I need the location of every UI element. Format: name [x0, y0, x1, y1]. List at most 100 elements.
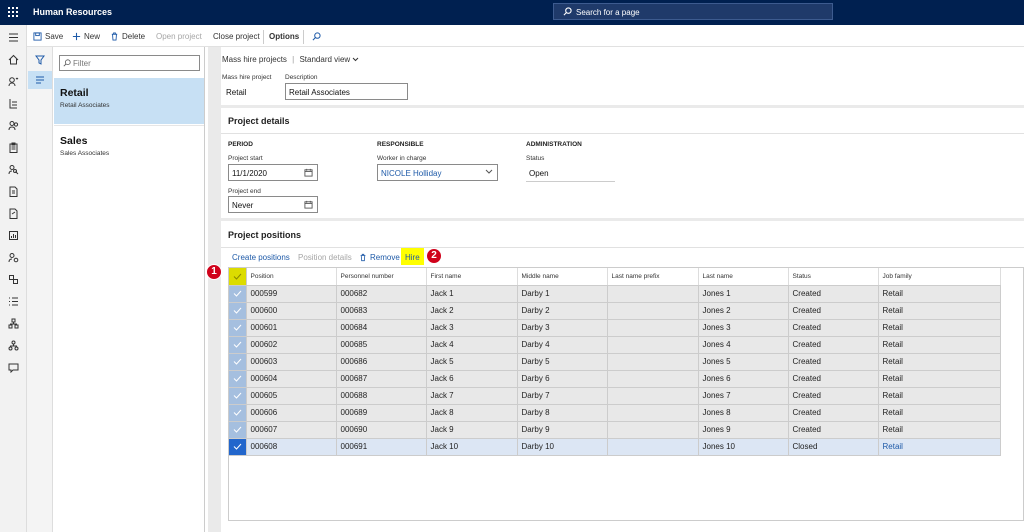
- report-icon[interactable]: [8, 230, 19, 241]
- action-search-button[interactable]: [312, 32, 321, 41]
- app-launcher-icon[interactable]: [8, 7, 18, 17]
- list-rail: [27, 47, 53, 532]
- table-row[interactable]: 000600 000683 Jack 2 Darby 2 Jones 2 Created R…: [229, 302, 1001, 320]
- table-row[interactable]: 000604 000687 Jack 6 Darby 6 Jones 6 Created R…: [229, 370, 1001, 388]
- save-button[interactable]: Save: [33, 32, 63, 41]
- table-cell: 000686: [336, 353, 427, 371]
- column-header[interactable]: Last name prefix: [607, 268, 699, 286]
- divider: [221, 133, 1024, 134]
- column-header[interactable]: First name: [426, 268, 518, 286]
- filter-icon[interactable]: [35, 55, 45, 65]
- table-cell[interactable]: Retail: [878, 353, 1001, 371]
- table-row[interactable]: 000599 000682 Jack 1 Darby 1 Jones 1 Created R…: [229, 285, 1001, 303]
- description-field[interactable]: Retail Associates: [285, 83, 408, 100]
- table-cell: [607, 387, 699, 405]
- table-cell[interactable]: Retail: [878, 421, 1001, 439]
- row-checkbox[interactable]: [229, 353, 247, 371]
- hierarchy-icon[interactable]: [8, 340, 19, 351]
- search-input[interactable]: Search for a page: [553, 3, 833, 20]
- worker-select[interactable]: NICOLE Holliday: [377, 164, 498, 181]
- table-cell: 000688: [336, 387, 427, 405]
- open-project-button[interactable]: Open project: [156, 32, 202, 41]
- project-end-field[interactable]: Never: [228, 196, 318, 213]
- list-item[interactable]: Retail Retail Associates: [54, 78, 204, 124]
- table-cell[interactable]: Retail: [878, 319, 1001, 337]
- table-cell[interactable]: Retail: [878, 336, 1001, 354]
- column-header[interactable]: Position: [246, 268, 337, 286]
- table-row[interactable]: 000603 000686 Jack 5 Darby 5 Jones 5 Created R…: [229, 353, 1001, 371]
- workflow-icon[interactable]: [8, 318, 19, 329]
- close-project-label: Close project: [213, 32, 260, 41]
- list-icon[interactable]: [8, 296, 19, 307]
- recent-icon[interactable]: [8, 98, 19, 109]
- hire-button[interactable]: Hire: [405, 253, 420, 262]
- favorites-icon[interactable]: [8, 76, 19, 87]
- row-checkbox[interactable]: [229, 285, 247, 303]
- view-selector[interactable]: Standard view: [299, 55, 359, 64]
- home-icon[interactable]: [8, 54, 19, 65]
- table-cell[interactable]: Retail: [878, 404, 1001, 422]
- remove-button[interactable]: Remove: [359, 253, 400, 262]
- table-cell: 000687: [336, 370, 427, 388]
- table-cell[interactable]: Retail: [878, 387, 1001, 405]
- document-icon[interactable]: [8, 186, 19, 197]
- feedback-icon[interactable]: [8, 362, 19, 373]
- people-icon[interactable]: [8, 120, 19, 131]
- options-button[interactable]: Options: [269, 32, 299, 41]
- table-cell: Created: [788, 285, 879, 303]
- hamburger-icon[interactable]: [8, 32, 19, 43]
- table-cell: 000604: [246, 370, 337, 388]
- row-checkbox[interactable]: [229, 387, 247, 405]
- table-cell[interactable]: Retail: [878, 370, 1001, 388]
- column-header[interactable]: Personnel number: [336, 268, 427, 286]
- table-cell: Jones 4: [698, 336, 789, 354]
- project-start-field[interactable]: 11/1/2020: [228, 164, 318, 181]
- row-checkbox[interactable]: [229, 404, 247, 422]
- table-cell: [607, 421, 699, 439]
- person-settings-icon[interactable]: [8, 252, 19, 263]
- table-cell: 000690: [336, 421, 427, 439]
- list-item[interactable]: Sales Sales Associates: [54, 125, 204, 171]
- trash-icon: [111, 32, 118, 41]
- row-checkbox[interactable]: [229, 302, 247, 320]
- select-all-checkbox[interactable]: [229, 268, 247, 286]
- position-details-button[interactable]: Position details: [298, 253, 352, 262]
- person-search-icon[interactable]: [8, 164, 19, 175]
- table-cell: 000684: [336, 319, 427, 337]
- document-edit-icon[interactable]: [8, 208, 19, 219]
- table-cell: Created: [788, 404, 879, 422]
- table-row[interactable]: 000601 000684 Jack 3 Darby 3 Jones 3 Created R…: [229, 319, 1001, 337]
- column-header[interactable]: Job family: [878, 268, 1001, 286]
- table-cell: Jack 3: [426, 319, 518, 337]
- search-icon: [563, 7, 572, 16]
- close-project-button[interactable]: Close project: [213, 32, 260, 41]
- row-checkbox[interactable]: [229, 438, 247, 456]
- delete-button[interactable]: Delete: [110, 32, 145, 41]
- clipboard-icon[interactable]: [8, 142, 19, 153]
- new-button[interactable]: New: [72, 32, 100, 41]
- create-positions-button[interactable]: Create positions: [232, 253, 290, 262]
- table-cell[interactable]: Retail: [878, 302, 1001, 320]
- table-row[interactable]: 000607 000690 Jack 9 Darby 9 Jones 9 Created R…: [229, 421, 1001, 439]
- table-row[interactable]: 000605 000688 Jack 7 Darby 7 Jones 7 Created R…: [229, 387, 1001, 405]
- table-cell: Darby 9: [517, 421, 608, 439]
- calendar-icon[interactable]: [304, 168, 313, 177]
- table-row[interactable]: 000606 000689 Jack 8 Darby 8 Jones 8 Created R…: [229, 404, 1001, 422]
- filter-input[interactable]: Filter: [59, 55, 200, 71]
- row-checkbox[interactable]: [229, 319, 247, 337]
- table-cell: [607, 285, 699, 303]
- org-icon[interactable]: [8, 274, 19, 285]
- calendar-icon[interactable]: [304, 200, 313, 209]
- row-checkbox[interactable]: [229, 421, 247, 439]
- table-row[interactable]: 000608 000691 Jack 10 Darby 10 Jones 10 Close…: [229, 438, 1001, 456]
- column-header[interactable]: Status: [788, 268, 879, 286]
- table-row[interactable]: 000602 000685 Jack 4 Darby 4 Jones 4 Created R…: [229, 336, 1001, 354]
- column-header[interactable]: Last name: [698, 268, 789, 286]
- mass-hire-value: Retail: [226, 88, 247, 97]
- row-checkbox[interactable]: [229, 336, 247, 354]
- table-cell[interactable]: Retail: [878, 285, 1001, 303]
- column-header[interactable]: Middle name: [517, 268, 608, 286]
- list-view-toggle[interactable]: [28, 71, 52, 89]
- row-checkbox[interactable]: [229, 370, 247, 388]
- table-cell[interactable]: Retail: [878, 438, 1001, 456]
